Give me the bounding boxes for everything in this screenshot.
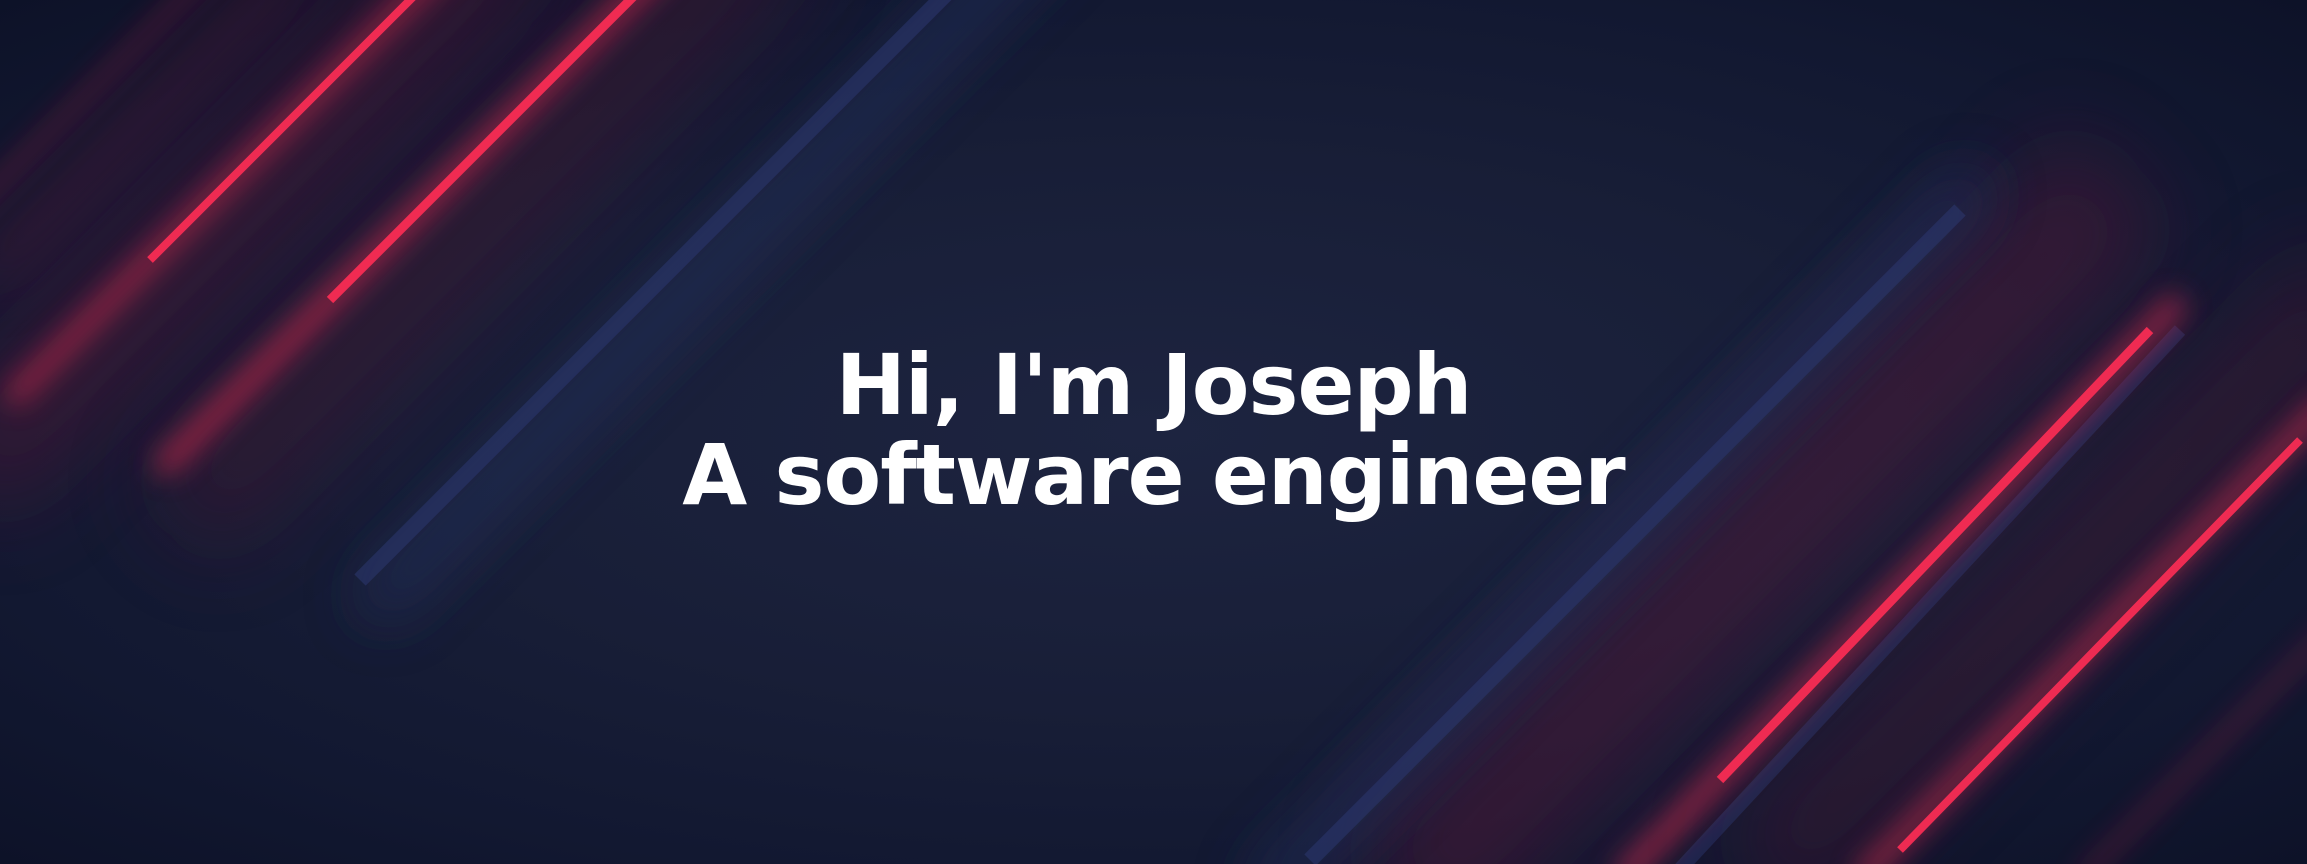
hero-headline: Hi, I'm Joseph A software engineer [0, 340, 2307, 520]
hero-banner: Hi, I'm Joseph A software engineer [0, 0, 2307, 864]
greeting-text: Hi, I'm Joseph [835, 336, 1473, 434]
role-text: A software engineer [682, 426, 1625, 524]
